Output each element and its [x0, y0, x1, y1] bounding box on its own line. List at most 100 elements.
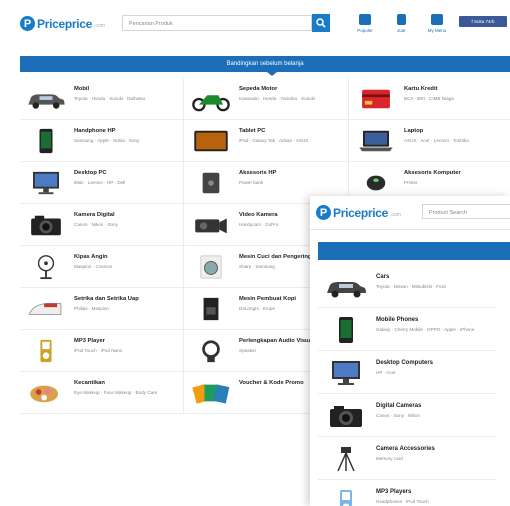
facebook-like-button[interactable]: f Suka 74rb [459, 16, 507, 27]
category-title: Laptop [404, 128, 424, 134]
nav-populer[interactable]: Populer [352, 14, 378, 33]
nav-label: Jual [396, 28, 406, 33]
cosmetics-icon [24, 380, 68, 406]
category-subcategories: Samsung · Apple · Nokia · Sony [74, 138, 140, 143]
category-card[interactable]: Desktop PC iMac · Lenovo · HP · Dell [20, 162, 184, 204]
overlay-category-card[interactable]: Cars Toyota · Nissan · Mitsubishi · Ford [318, 266, 496, 308]
overlay-banner [318, 242, 510, 260]
overlay-window: P Priceprice .com Product Search Cars Toy… [310, 196, 510, 506]
category-card[interactable]: Laptop ASUS · Acer · Lenovo · Toshiba [350, 120, 510, 162]
site-logo[interactable]: P Priceprice .com [20, 16, 105, 31]
category-card[interactable]: Mobil Toyota · Honda · Suzuki · Daihatsu [20, 78, 184, 120]
tablet-icon [189, 128, 233, 154]
category-subcategories: HP · Acer [376, 370, 396, 375]
nav-my-menu[interactable]: My Menu [424, 14, 450, 33]
overlay-search-input[interactable]: Product Search [422, 204, 510, 219]
banner: Bandingkan sebelum belanja [20, 56, 510, 72]
category-subcategories: iPod Touch · iPod Nano [74, 348, 123, 353]
category-title: Kamera Digital [74, 212, 115, 218]
phone-icon [324, 316, 368, 344]
overlay-category-card[interactable]: Digital Cameras Canon · Sony · Nikon [318, 395, 496, 437]
category-title: Mobile Phones [376, 317, 419, 323]
overlay-category-card[interactable]: Camera Accessories Memory card [318, 438, 496, 480]
category-title: Setrika dan Setrika Uap [74, 296, 139, 302]
tripod-icon [324, 445, 368, 473]
category-card[interactable]: Kartu Kredit BCA · BRI · CIMB Niaga [350, 78, 510, 120]
category-subcategories: BCA · BRI · CIMB Niaga [404, 96, 454, 101]
desktop-icon [24, 170, 68, 196]
power-bank-icon [189, 170, 233, 196]
category-title: Kipas Angin [74, 254, 108, 260]
category-subcategories: Philips · Maspion [74, 306, 109, 311]
category-title: Kartu Kredit [404, 86, 438, 92]
category-subcategories: Memory card [376, 456, 403, 461]
category-subcategories: Galaxy · Cherry Mobile · OPPO · Apple · … [376, 327, 475, 332]
category-card[interactable]: Setrika dan Setrika Uap Philips · Maspion [20, 288, 184, 330]
search-placeholder: Product Search [429, 210, 467, 216]
category-subcategories: Headphones · iPod Touch [376, 499, 429, 504]
logo-mark-icon: P [316, 205, 331, 220]
category-card[interactable]: Kipas Angin Maspion · Cosmos [20, 246, 184, 288]
monitor-icon [359, 14, 371, 25]
mouse-icon [354, 170, 398, 196]
category-title: Cars [376, 274, 390, 280]
category-title: Digital Cameras [376, 403, 422, 409]
category-title: Perlengkapan Audio Visual [239, 338, 314, 344]
category-card[interactable]: Kamera Digital Canon · Nikon · Sony [20, 204, 184, 246]
search-placeholder: Pencarian Produk [129, 21, 173, 27]
category-subcategories: Canon · Sony · Nikon [376, 413, 420, 418]
category-card[interactable]: MP3 Player iPod Touch · iPod Nano [20, 330, 184, 372]
category-title: MP3 Players [376, 489, 412, 495]
category-card[interactable]: Tablet PC iPad · Galaxy Tab · Advan · ASU… [185, 120, 349, 162]
fan-icon [24, 254, 68, 280]
category-subcategories: Eye Makeup · Face Makeup · Body Care [74, 390, 158, 395]
coffee-maker-icon [189, 296, 233, 322]
category-title: Video Kamera [239, 212, 278, 218]
category-subcategories: ASUS · Acer · Lenovo · Toshiba [404, 138, 469, 143]
logo-text: Priceprice [333, 205, 389, 220]
category-title: Desktop Computers [376, 360, 434, 366]
category-subcategories: Kawasaki · Honda · Yamaha · Suzuki [239, 96, 315, 101]
overlay-category-card[interactable]: MP3 Players Headphones · iPod Touch [318, 481, 496, 506]
overlay-logo[interactable]: P Priceprice .com [316, 205, 401, 220]
logo-suffix: .com [94, 22, 105, 29]
video-camera-icon [189, 212, 233, 238]
car-icon [24, 86, 68, 112]
laptop-icon [354, 128, 398, 154]
logo-suffix: .com [390, 211, 401, 218]
category-card[interactable]: Kecantikan Eye Makeup · Face Makeup · Bod… [20, 372, 184, 414]
category-subcategories: iPad · Galaxy Tab · Advan · ASUS [239, 138, 309, 143]
category-card[interactable]: Handphone HP Samsung · Apple · Nokia · So… [20, 120, 184, 162]
nav-jual[interactable]: Jual [388, 14, 414, 33]
iron-icon [24, 296, 68, 322]
search-button[interactable] [312, 14, 330, 32]
category-title: Aksesoris Komputer [404, 170, 461, 176]
category-subcategories: Toyota · Honda · Suzuki · Daihatsu [74, 96, 146, 101]
category-title: Camera Accessories [376, 446, 435, 452]
search-input[interactable]: Pencarian Produk [122, 15, 312, 31]
search-icon [316, 18, 326, 28]
nav-label: Populer [357, 28, 373, 33]
logo-mark-icon: P [20, 16, 35, 31]
people-icon [431, 14, 443, 25]
camera-icon [24, 212, 68, 238]
overlay-category-card[interactable]: Desktop Computers HP · Acer [318, 352, 496, 394]
voucher-icon [189, 380, 233, 406]
trash-icon [396, 14, 406, 25]
category-title: Mesin Pembuat Kopi [239, 296, 297, 302]
site-header: P Priceprice .com Pencarian Produk Popul… [14, 6, 510, 44]
banner-caret [267, 72, 277, 76]
overlay-category-card[interactable]: Mobile Phones Galaxy · Cherry Mobile · OP… [318, 309, 496, 351]
category-subcategories: Maspion · Cosmos [74, 264, 113, 269]
logo-text: Priceprice [37, 16, 93, 31]
nav-label: My Menu [427, 28, 447, 33]
category-subcategories: Canon · Nikon · Sony [74, 222, 118, 227]
category-title: MP3 Player [74, 338, 105, 344]
car-icon [324, 273, 368, 301]
category-title: Mobil [74, 86, 90, 92]
category-title: Tablet PC [239, 128, 266, 134]
credit-card-icon [354, 86, 398, 112]
category-card[interactable]: Sepeda Motor Kawasaki · Honda · Yamaha · … [185, 78, 349, 120]
category-subcategories: iMac · Lenovo · HP · Dell [74, 180, 126, 185]
category-title: Sepeda Motor [239, 86, 278, 92]
